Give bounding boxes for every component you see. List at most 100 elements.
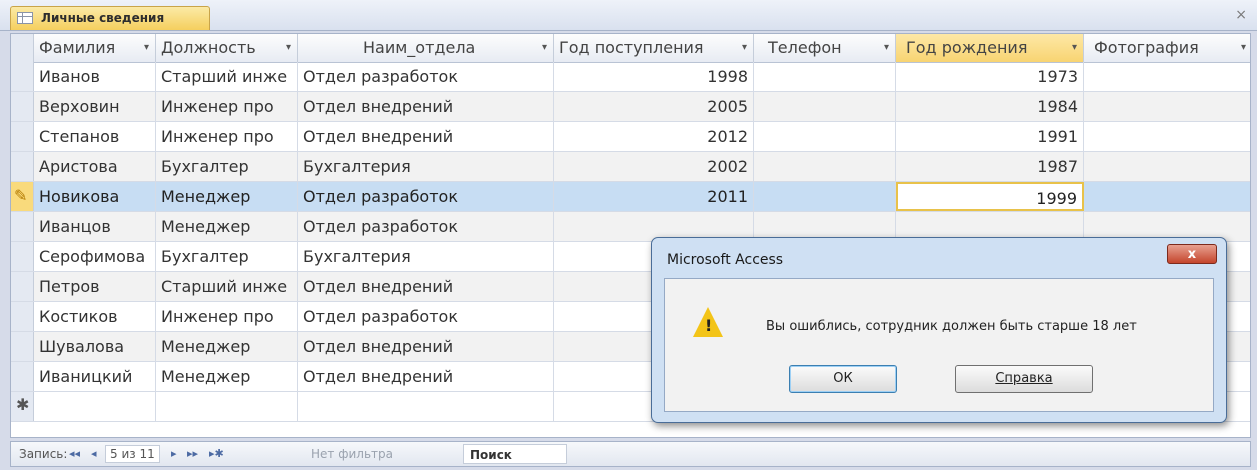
table-cell[interactable]: Инженер про [156, 92, 298, 121]
table-cell[interactable] [754, 92, 896, 121]
sort-dropdown-icon[interactable]: ▾ [884, 34, 889, 62]
column-header-photo[interactable]: Фотография ▾ [1084, 34, 1250, 62]
table-cell[interactable]: 1984 [896, 92, 1084, 121]
record-selector[interactable] [11, 122, 34, 151]
tab-personal-data[interactable]: Личные сведения [10, 6, 210, 30]
record-selector[interactable] [11, 362, 34, 391]
record-selector[interactable] [11, 212, 34, 241]
table-cell[interactable] [754, 122, 896, 151]
table-cell[interactable]: 2012 [554, 122, 754, 151]
table-cell[interactable]: Иваницкий [34, 362, 156, 391]
table-cell[interactable]: Старший инже [156, 272, 298, 301]
record-selector[interactable] [11, 152, 34, 181]
table-cell[interactable]: Верховин [34, 92, 156, 121]
record-selector[interactable] [11, 302, 34, 331]
table-cell[interactable]: Менеджер [156, 332, 298, 361]
table-cell[interactable] [754, 152, 896, 181]
table-cell[interactable] [298, 392, 554, 421]
table-cell[interactable]: Степанов [34, 122, 156, 151]
table-cell[interactable] [1084, 62, 1250, 91]
table-cell[interactable]: Отдел разработок [298, 182, 554, 211]
table-cell[interactable]: Серофимова [34, 242, 156, 271]
table-cell[interactable]: Менеджер [156, 362, 298, 391]
table-cell[interactable]: Отдел внедрений [298, 332, 554, 361]
column-header-surname[interactable]: Фамилия ▾ [34, 34, 156, 62]
column-header-phone[interactable]: Телефон ▾ [754, 34, 896, 62]
table-cell[interactable]: Костиков [34, 302, 156, 331]
table-cell[interactable]: 2002 [554, 152, 754, 181]
record-selector[interactable] [11, 272, 34, 301]
previous-record-button[interactable]: ◂ [91, 447, 97, 460]
record-selector[interactable] [11, 92, 34, 121]
table-cell[interactable]: Старший инже [156, 62, 298, 91]
next-record-button[interactable]: ▸ [171, 447, 177, 460]
sort-dropdown-icon[interactable]: ▾ [1241, 34, 1246, 62]
column-header-department[interactable]: Наим_отдела ▾ [298, 34, 554, 62]
table-row[interactable]: Иванов Старший инже Отдел разработок 1998 19… [11, 62, 1250, 92]
table-cell[interactable]: Отдел разработок [298, 62, 554, 91]
table-cell[interactable] [754, 62, 896, 91]
record-selector[interactable] [11, 332, 34, 361]
table-cell[interactable]: Иванцов [34, 212, 156, 241]
record-selector[interactable]: ✎ [11, 182, 34, 211]
first-record-button[interactable]: ◂◂ [69, 447, 80, 460]
table-row[interactable]: ✎ Новикова Менеджер Отдел разработок 2011 199… [11, 182, 1250, 212]
table-cell[interactable]: 1999 [896, 182, 1084, 211]
table-cell[interactable] [1084, 182, 1250, 211]
table-cell[interactable]: Инженер про [156, 122, 298, 151]
table-cell[interactable] [156, 392, 298, 421]
table-cell[interactable]: Отдел внедрений [298, 272, 554, 301]
table-cell[interactable]: 1973 [896, 62, 1084, 91]
sort-dropdown-icon[interactable]: ▾ [742, 34, 747, 62]
table-cell[interactable] [1084, 152, 1250, 181]
table-row[interactable]: Аристова Бухгалтер Бухгалтерия 2002 1987 [11, 152, 1250, 182]
select-all-corner[interactable] [11, 34, 34, 62]
close-tab-icon[interactable]: × [1235, 7, 1247, 23]
table-cell[interactable]: Отдел разработок [298, 302, 554, 331]
table-cell[interactable] [1084, 92, 1250, 121]
help-button[interactable]: Справка [955, 365, 1093, 393]
table-cell[interactable]: Шувалова [34, 332, 156, 361]
table-cell[interactable]: Иванов [34, 62, 156, 91]
current-record-field[interactable]: 5 из 11 [105, 445, 160, 463]
sort-dropdown-icon[interactable]: ▾ [1072, 34, 1077, 62]
table-cell[interactable]: 1987 [896, 152, 1084, 181]
ok-button[interactable]: ОК [789, 365, 897, 393]
new-record-button[interactable]: ▸✱ [209, 447, 224, 460]
table-cell[interactable]: Отдел внедрений [298, 122, 554, 151]
table-cell[interactable]: Бухгалтер [156, 242, 298, 271]
table-cell[interactable]: 1991 [896, 122, 1084, 151]
table-cell[interactable]: Менеджер [156, 182, 298, 211]
table-cell[interactable]: Новикова [34, 182, 156, 211]
dialog-close-button[interactable]: x [1167, 244, 1217, 264]
table-row[interactable]: Степанов Инженер про Отдел внедрений 2012 19… [11, 122, 1250, 152]
table-cell[interactable]: Отдел разработок [298, 212, 554, 241]
column-header-position[interactable]: Должность ▾ [156, 34, 298, 62]
table-cell[interactable]: Менеджер [156, 212, 298, 241]
record-selector[interactable] [11, 242, 34, 271]
last-record-button[interactable]: ▸▸ [187, 447, 198, 460]
table-cell[interactable]: Аристова [34, 152, 156, 181]
table-cell[interactable]: Инженер про [156, 302, 298, 331]
table-cell[interactable] [34, 392, 156, 421]
table-cell[interactable]: Отдел внедрений [298, 362, 554, 391]
table-cell[interactable]: Бухгалтерия [298, 152, 554, 181]
record-selector[interactable]: ✱ [11, 392, 34, 421]
table-cell[interactable] [1084, 122, 1250, 151]
table-cell[interactable] [754, 182, 896, 211]
table-cell[interactable]: Отдел внедрений [298, 92, 554, 121]
sort-dropdown-icon[interactable]: ▾ [286, 34, 291, 62]
sort-dropdown-icon[interactable]: ▾ [542, 34, 547, 62]
table-cell[interactable]: Бухгалтер [156, 152, 298, 181]
record-selector[interactable] [11, 62, 34, 91]
table-cell[interactable]: Бухгалтерия [298, 242, 554, 271]
no-filter-indicator[interactable]: Нет фильтра [311, 447, 393, 461]
search-input[interactable]: Поиск [463, 444, 567, 464]
column-header-year-joined[interactable]: Год поступления ▾ [554, 34, 754, 62]
table-cell[interactable]: 1998 [554, 62, 754, 91]
table-cell[interactable]: 2005 [554, 92, 754, 121]
table-cell[interactable]: 2011 [554, 182, 754, 211]
table-cell[interactable]: Петров [34, 272, 156, 301]
table-row[interactable]: Верховин Инженер про Отдел внедрений 2005 19… [11, 92, 1250, 122]
column-header-birth-year[interactable]: Год рождения ▾ [896, 34, 1084, 62]
